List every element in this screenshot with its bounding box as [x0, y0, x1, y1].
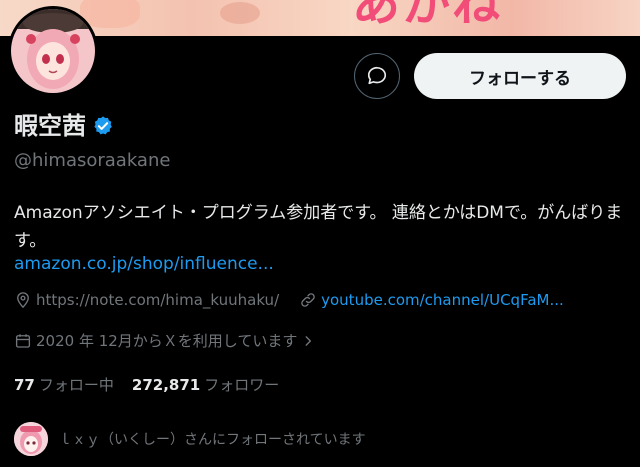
profile-banner[interactable]: あかね	[0, 0, 640, 36]
banner-decoration	[220, 2, 260, 24]
chevron-right-icon	[305, 335, 312, 346]
followers-label: フォロワー	[204, 376, 280, 394]
display-name: 暇空茜	[14, 112, 86, 140]
following-stat[interactable]: 77 フォロー中	[14, 374, 114, 395]
link-icon	[301, 293, 315, 307]
follower-avatar	[14, 422, 48, 456]
avatar-image	[11, 9, 95, 93]
user-handle: @himasoraakane	[14, 150, 171, 171]
location-pin-icon	[17, 292, 29, 309]
verified-badge-icon[interactable]	[92, 115, 114, 137]
location-text: https://note.com/hima_kuuhaku/	[36, 291, 280, 309]
bio-link[interactable]: amazon.co.jp/shop/influence...	[14, 254, 274, 274]
follow-stats: 77 フォロー中 272,871 フォロワー	[14, 374, 279, 395]
follower-avatar-image	[14, 422, 48, 456]
name-row: 暇空茜	[14, 110, 114, 142]
calendar-icon	[15, 333, 31, 348]
joined-date[interactable]: 2020 年 12月からＸを利用しています	[14, 330, 315, 351]
website-link[interactable]: youtube.com/channel/UCqFaM...	[321, 291, 564, 309]
followers-count: 272,871	[131, 376, 201, 394]
joined-text: 2020 年 12月からＸを利用しています	[36, 332, 298, 350]
banner-title: あかね	[352, 0, 503, 32]
profile-avatar[interactable]	[8, 6, 98, 96]
following-count: 77	[14, 376, 35, 394]
profile-bio: Amazonアソシエイト・プログラム参加者です。 連絡とかはDMで。がんばります…	[14, 203, 623, 251]
message-bubble-icon	[367, 66, 387, 85]
follow-button[interactable]: フォローする	[414, 53, 626, 99]
profile-meta: https://note.com/hima_kuuhaku/ youtube.c…	[14, 291, 564, 309]
followed-by[interactable]: ｌｘｙ（いくしー）さんにフォローされています	[14, 422, 366, 456]
followers-stat[interactable]: 272,871 フォロワー	[132, 374, 279, 395]
location-item: https://note.com/hima_kuuhaku/	[14, 291, 279, 309]
message-button[interactable]	[354, 53, 400, 99]
following-label: フォロー中	[38, 376, 114, 394]
website-item[interactable]: youtube.com/channel/UCqFaM...	[299, 291, 564, 309]
followed-by-text: ｌｘｙ（いくしー）さんにフォローされています	[58, 432, 366, 448]
